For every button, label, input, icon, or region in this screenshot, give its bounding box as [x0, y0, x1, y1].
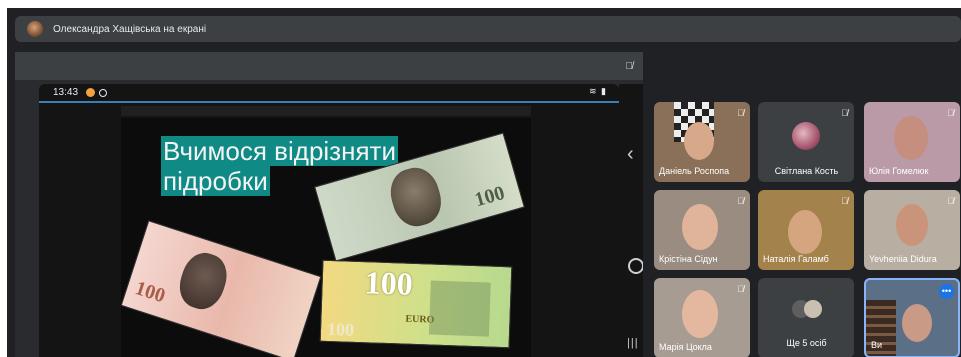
status-divider [39, 101, 619, 103]
signal-battery-icon: ≋ ▮ [589, 86, 607, 96]
share-panel-header: 🎙̸ [15, 52, 643, 80]
uah-portrait [173, 247, 233, 315]
eur-value-small: 100 [326, 318, 355, 340]
slide-title-line-2: підробки [161, 166, 270, 196]
mic-off-icon: 🎙̸ [841, 196, 848, 206]
presentation-slide: Вчимося відрізняти підробки 100 100 100 … [121, 118, 531, 357]
participant-tile[interactable]: 🎙̸ Світлана Кость [758, 102, 854, 182]
slide-title-line-1: Вчимося відрізняти [161, 136, 398, 166]
mic-off-icon: 🎙̸ [737, 196, 744, 206]
uah-banknote-image: 100 [121, 220, 322, 357]
participant-tile[interactable]: 🎙̸ Юлія Гомелюк [864, 102, 960, 182]
recents-nav-icon[interactable]: ||| [627, 338, 639, 349]
participant-name: Даніель Роспопа [659, 166, 730, 176]
usd-value: 100 [472, 181, 508, 212]
uah-value: 100 [132, 277, 168, 308]
more-options-icon[interactable]: ••• [939, 284, 954, 299]
eur-arch-pattern [428, 280, 491, 337]
participant-avatar [792, 122, 820, 150]
participant-name: Наталія Галамб [763, 254, 829, 264]
usd-portrait [384, 162, 447, 232]
participant-face [894, 116, 928, 160]
mic-off-icon: 🎙̸ [737, 284, 744, 294]
eur-value: 100 [364, 264, 414, 302]
participant-name: Марія Цокла [659, 342, 712, 352]
presenter-bar: Олександра Хащівська на екрані [15, 16, 961, 42]
participant-face [682, 204, 718, 250]
slide-toolbar [121, 106, 531, 116]
participant-face [788, 210, 822, 254]
participant-avatar [804, 300, 822, 318]
participant-face [896, 204, 928, 246]
phone-time: 13:43 [53, 87, 79, 98]
sync-icon [99, 89, 107, 97]
more-participants-label: Ще 5 осіб [786, 338, 827, 348]
mic-off-icon: 🎙̸ [947, 108, 954, 118]
mic-off-icon: 🎙̸ [947, 196, 954, 206]
back-nav-icon[interactable]: ‹ [627, 144, 634, 164]
presenter-avatar [27, 21, 43, 37]
mic-off-icon: 🎙̸ [625, 61, 634, 72]
participant-tile[interactable]: 🎙̸ Крістіна Сідун [654, 190, 750, 270]
participant-name: Крістіна Сідун [659, 254, 718, 264]
participant-face [902, 304, 932, 342]
shared-phone-screen: 13:43 ≋ ▮ Вчимося відрізняти підробки 10… [39, 84, 619, 357]
participant-name: Yevheniia Didura [869, 254, 937, 264]
screenshot-frame: Олександра Хащівська на екрані 🎙̸ 13:43 … [0, 0, 961, 357]
participant-face [682, 290, 718, 338]
home-nav-icon[interactable] [628, 258, 643, 274]
mic-off-icon: 🎙̸ [737, 108, 744, 118]
more-participants-tile[interactable]: Ще 5 осіб [758, 278, 854, 357]
participant-tile[interactable]: 🎙̸ Наталія Галамб [758, 190, 854, 270]
self-tile[interactable]: ••• Ви [864, 278, 960, 357]
participant-tile[interactable]: 🎙̸ Yevheniia Didura [864, 190, 960, 270]
participant-name: Юлія Гомелюк [869, 166, 929, 176]
mic-off-icon: 🎙̸ [841, 108, 848, 118]
participant-tile[interactable]: 🎙̸ Марія Цокла [654, 278, 750, 357]
participant-face [684, 122, 714, 160]
notification-icon [86, 88, 95, 97]
participant-tile[interactable]: 🎙̸ Даніель Роспопа [654, 102, 750, 182]
eur-banknote-image: 100 EURO 100 [319, 259, 513, 349]
participant-name: Світлана Кость [774, 166, 839, 176]
presenter-label: Олександра Хащівська на екрані [53, 23, 207, 35]
android-nav-bar: ‹ ||| [619, 84, 643, 357]
meet-app: Олександра Хащівська на екрані 🎙̸ 13:43 … [7, 8, 961, 357]
screen-share-panel[interactable]: 🎙̸ 13:43 ≋ ▮ Вчимося відрізняти підробки… [15, 52, 643, 357]
phone-status-bar: 13:43 ≋ ▮ [39, 84, 619, 102]
participant-name: Ви [871, 340, 883, 350]
